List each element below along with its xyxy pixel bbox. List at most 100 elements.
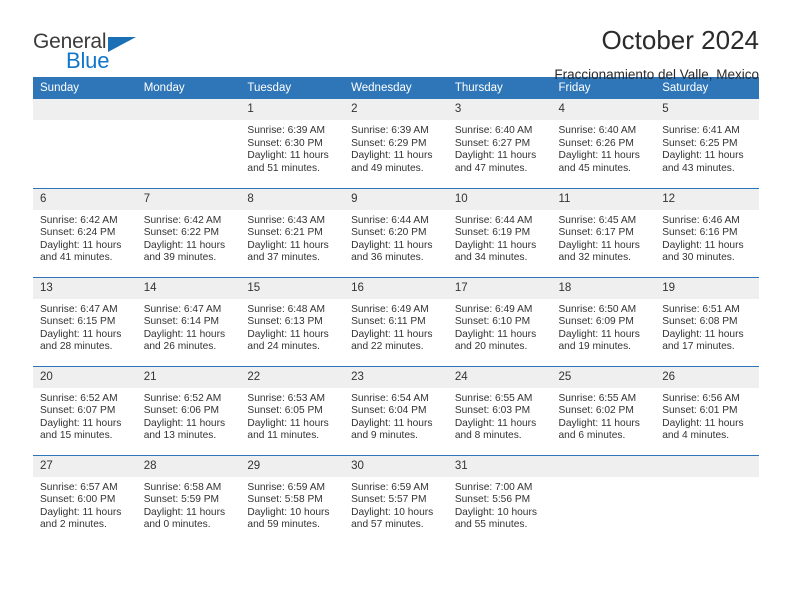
calendar-day-cell[interactable]: 26 Sunrise: 6:56 AM Sunset: 6:01 PM Dayligh…: [655, 365, 759, 455]
calendar-day-cell[interactable]: 21 Sunrise: 6:52 AM Sunset: 6:06 PM Dayligh…: [136, 365, 241, 455]
day-details: Sunrise: 6:42 AM Sunset: 6:24 PM Daylight:…: [33, 210, 137, 265]
sunrise-text: Sunrise: 6:55 AM: [454, 392, 533, 404]
sunset-text: Sunset: 6:14 PM: [143, 316, 220, 328]
sunrise-text: Sunrise: 6:59 AM: [247, 481, 325, 493]
sunrise-text: Sunrise: 6:40 AM: [454, 125, 533, 136]
calendar-day-cell[interactable]: 3 Sunrise: 6:40 AM Sunset: 6:27 PM Daylight…: [447, 99, 552, 188]
daylight-text: Daylight: 11 hours and 45 minutes.: [558, 150, 640, 174]
sunset-text: Sunset: 6:21 PM: [247, 227, 323, 239]
calendar-day-cell[interactable]: 22 Sunrise: 6:53 AM Sunset: 6:05 PM Dayligh…: [240, 365, 345, 455]
calendar-day-cell[interactable]: 25 Sunrise: 6:55 AM Sunset: 6:02 PM Dayligh…: [551, 365, 656, 455]
day-details: Sunrise: 6:58 AM Sunset: 5:59 PM Daylight:…: [137, 477, 241, 532]
sunset-text: Sunset: 6:27 PM: [454, 137, 531, 149]
day-number: 18: [551, 277, 656, 299]
sunset-text: Sunset: 6:01 PM: [662, 405, 738, 417]
sunset-text: Sunset: 6:15 PM: [40, 316, 116, 328]
weekday-header-thursday: Thursday: [447, 77, 552, 99]
sunrise-text: Sunrise: 6:52 AM: [40, 392, 118, 404]
sunrise-text: Sunrise: 6:44 AM: [351, 214, 429, 226]
daylight-text: Daylight: 11 hours and 43 minutes.: [662, 150, 744, 174]
day-details: Sunrise: 6:44 AM Sunset: 6:20 PM Daylight:…: [344, 210, 448, 265]
calendar-day-cell[interactable]: 13 Sunrise: 6:47 AM Sunset: 6:15 PM Dayligh…: [33, 276, 137, 366]
day-number: 10: [447, 188, 552, 210]
calendar-day-cell[interactable]: 18 Sunrise: 6:50 AM Sunset: 6:09 PM Dayligh…: [551, 276, 656, 366]
sunrise-text: Sunrise: 6:55 AM: [558, 392, 637, 404]
calendar-day-cell[interactable]: 7 Sunrise: 6:42 AM Sunset: 6:22 PM Daylight…: [136, 187, 241, 277]
calendar-day-cell[interactable]: 14 Sunrise: 6:47 AM Sunset: 6:14 PM Dayligh…: [136, 276, 241, 366]
calendar-day-cell[interactable]: 23 Sunrise: 6:54 AM Sunset: 6:04 PM Dayligh…: [344, 365, 448, 455]
sunrise-text: Sunrise: 6:49 AM: [454, 303, 533, 315]
day-details: Sunrise: 6:40 AM Sunset: 6:27 PM Daylight:…: [448, 120, 552, 175]
logo-triangle-icon: [108, 37, 136, 52]
daylight-text: Daylight: 10 hours and 57 minutes.: [351, 506, 434, 531]
day-details: Sunrise: 6:39 AM Sunset: 6:29 PM Daylight:…: [344, 120, 448, 175]
sunset-text: Sunset: 6:09 PM: [558, 316, 634, 328]
calendar-day-cell[interactable]: 15 Sunrise: 6:48 AM Sunset: 6:13 PM Dayligh…: [240, 276, 345, 366]
sunset-text: Sunset: 6:07 PM: [40, 405, 116, 417]
day-number: 28: [136, 455, 241, 477]
calendar-day-cell[interactable]: 6 Sunrise: 6:42 AM Sunset: 6:24 PM Daylight…: [33, 187, 137, 277]
calendar-day-cell[interactable]: 30 Sunrise: 6:59 AM Sunset: 5:57 PM Dayligh…: [344, 454, 448, 544]
daylight-text: Daylight: 11 hours and 47 minutes.: [454, 150, 537, 174]
day-number: 20: [33, 366, 137, 388]
calendar-day-cell[interactable]: 31 Sunrise: 7:00 AM Sunset: 5:56 PM Dayligh…: [447, 454, 552, 544]
day-number: 12: [655, 188, 759, 210]
calendar-day-cell-empty: [655, 454, 759, 544]
day-details: Sunrise: 6:59 AM Sunset: 5:58 PM Daylight:…: [240, 477, 344, 532]
calendar-day-cell[interactable]: 29 Sunrise: 6:59 AM Sunset: 5:58 PM Dayligh…: [240, 454, 345, 544]
sunrise-text: Sunrise: 6:47 AM: [143, 303, 222, 315]
daylight-text: Daylight: 10 hours and 55 minutes.: [454, 506, 537, 531]
calendar-day-cell-empty: [33, 99, 137, 188]
day-details: Sunrise: 6:48 AM Sunset: 6:13 PM Daylight:…: [240, 299, 344, 354]
day-details: Sunrise: 6:57 AM Sunset: 6:00 PM Daylight:…: [33, 477, 137, 532]
daylight-text: Daylight: 11 hours and 13 minutes.: [143, 417, 226, 442]
day-details: Sunrise: 6:50 AM Sunset: 6:09 PM Daylight:…: [552, 299, 656, 354]
logo-text-blue: Blue: [66, 48, 110, 73]
calendar-day-cell[interactable]: 9 Sunrise: 6:44 AM Sunset: 6:20 PM Daylight…: [344, 187, 448, 277]
calendar-day-cell-empty: [136, 99, 241, 188]
sunset-text: Sunset: 6:19 PM: [454, 227, 531, 239]
daylight-text: Daylight: 11 hours and 11 minutes.: [247, 417, 329, 442]
calendar-day-cell[interactable]: 20 Sunrise: 6:52 AM Sunset: 6:07 PM Dayligh…: [33, 365, 137, 455]
sunrise-text: Sunrise: 6:58 AM: [143, 481, 222, 493]
calendar-day-cell[interactable]: 5 Sunrise: 6:41 AM Sunset: 6:25 PM Daylight…: [655, 99, 759, 188]
calendar-day-cell[interactable]: 4 Sunrise: 6:40 AM Sunset: 6:26 PM Daylight…: [551, 99, 656, 188]
calendar-day-cell[interactable]: 11 Sunrise: 6:45 AM Sunset: 6:17 PM Dayligh…: [551, 187, 656, 277]
day-number: 29: [240, 455, 345, 477]
calendar-day-cell[interactable]: 1 Sunrise: 6:39 AM Sunset: 6:30 PM Daylight…: [240, 99, 345, 188]
calendar-day-cell[interactable]: 28 Sunrise: 6:58 AM Sunset: 5:59 PM Dayligh…: [136, 454, 241, 544]
sunrise-text: Sunrise: 6:50 AM: [558, 303, 637, 315]
day-number: [551, 455, 656, 477]
day-number: [33, 99, 137, 120]
sunset-text: Sunset: 5:56 PM: [454, 494, 531, 506]
calendar-week-row: 20 Sunrise: 6:52 AM Sunset: 6:07 PM Dayligh…: [33, 365, 759, 455]
sunrise-text: Sunrise: 6:39 AM: [351, 125, 429, 136]
weekday-header-wednesday: Wednesday: [344, 77, 448, 99]
calendar-day-cell[interactable]: 16 Sunrise: 6:49 AM Sunset: 6:11 PM Dayligh…: [344, 276, 448, 366]
calendar-day-cell[interactable]: 2 Sunrise: 6:39 AM Sunset: 6:29 PM Daylight…: [344, 99, 448, 188]
general-blue-logo[interactable]: General Blue: [33, 26, 143, 78]
day-number: 6: [33, 188, 137, 210]
calendar-day-cell[interactable]: 10 Sunrise: 6:44 AM Sunset: 6:19 PM Dayligh…: [447, 187, 552, 277]
calendar-day-cell[interactable]: 19 Sunrise: 6:51 AM Sunset: 6:08 PM Dayligh…: [655, 276, 759, 366]
sunrise-text: Sunrise: 7:00 AM: [454, 481, 533, 493]
calendar-day-cell[interactable]: 27 Sunrise: 6:57 AM Sunset: 6:00 PM Dayligh…: [33, 454, 137, 544]
daylight-text: Daylight: 11 hours and 51 minutes.: [247, 150, 329, 174]
day-details: Sunrise: 6:53 AM Sunset: 6:05 PM Daylight:…: [240, 388, 344, 443]
sunset-text: Sunset: 6:13 PM: [247, 316, 323, 328]
daylight-text: Daylight: 11 hours and 32 minutes.: [558, 239, 640, 264]
calendar-day-cell[interactable]: 8 Sunrise: 6:43 AM Sunset: 6:21 PM Daylight…: [240, 187, 345, 277]
sunset-text: Sunset: 6:04 PM: [351, 405, 427, 417]
day-details: Sunrise: 6:55 AM Sunset: 6:02 PM Daylight:…: [552, 388, 656, 443]
calendar-day-cell[interactable]: 17 Sunrise: 6:49 AM Sunset: 6:10 PM Dayligh…: [447, 276, 552, 366]
calendar-week-row: 6 Sunrise: 6:42 AM Sunset: 6:24 PM Daylight…: [33, 187, 759, 277]
daylight-text: Daylight: 11 hours and 8 minutes.: [454, 417, 537, 442]
daylight-text: Daylight: 11 hours and 17 minutes.: [662, 328, 744, 353]
sunrise-text: Sunrise: 6:54 AM: [351, 392, 429, 404]
calendar-week-row: 1 Sunrise: 6:39 AM Sunset: 6:30 PM Daylight…: [33, 99, 759, 188]
sunset-text: Sunset: 5:59 PM: [143, 494, 220, 506]
calendar-day-cell[interactable]: 24 Sunrise: 6:55 AM Sunset: 6:03 PM Dayligh…: [447, 365, 552, 455]
weekday-header-sunday: Sunday: [33, 77, 137, 99]
calendar-day-cell[interactable]: 12 Sunrise: 6:46 AM Sunset: 6:16 PM Dayligh…: [655, 187, 759, 277]
daylight-text: Daylight: 11 hours and 37 minutes.: [247, 239, 329, 264]
